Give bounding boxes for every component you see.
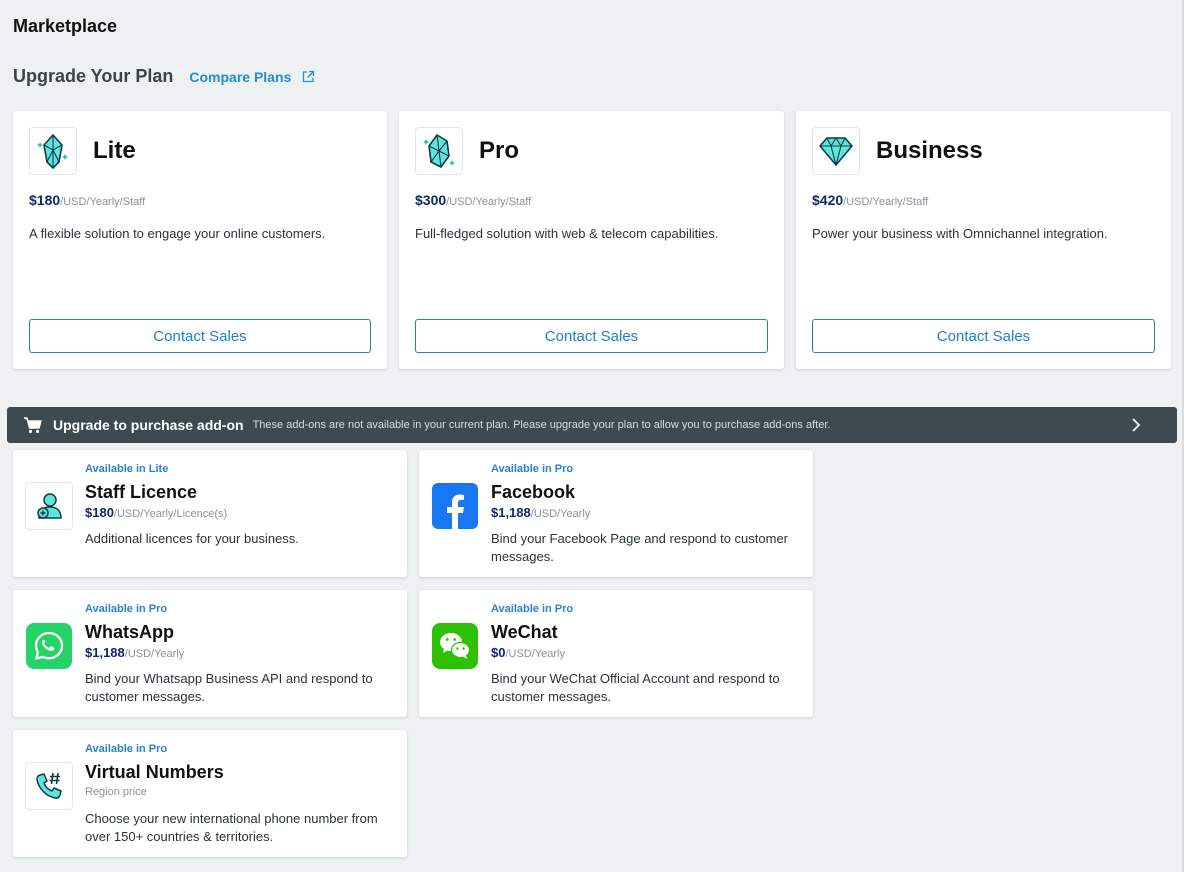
contact-sales-button-pro[interactable]: Contact Sales — [415, 319, 768, 353]
addon-price: $1,188/USD/Yearly — [491, 505, 590, 520]
plan-price-amount: $300 — [415, 192, 447, 208]
addon-price-amount: $0 — [491, 645, 506, 660]
availability-label: Available in Lite — [85, 463, 169, 475]
plan-name: Pro — [479, 137, 520, 164]
addon-price-unit: /USD/Yearly — [505, 648, 565, 660]
shopping-cart-icon — [24, 417, 42, 434]
addon-banner-title: Upgrade to purchase add-on — [53, 417, 244, 433]
plan-price-amount: $420 — [812, 192, 844, 208]
plan-card-lite: Lite $180/USD/Yearly/Staff A flexible so… — [13, 111, 387, 369]
addon-name: Facebook — [491, 482, 576, 502]
addon-card-wechat[interactable]: Available in Pro WeChat $0/USD/Yearly Bi… — [419, 590, 813, 717]
addon-name: WhatsApp — [85, 622, 174, 642]
addon-description: Choose your new international phone numb… — [85, 811, 378, 844]
plan-price: $300/USD/Yearly/Staff — [415, 192, 531, 208]
plans-section-title: Upgrade Your Plan — [13, 66, 174, 86]
addon-description: Bind your Whatsapp Business API and resp… — [85, 671, 373, 704]
addon-name: WeChat — [491, 622, 558, 642]
addon-description: Additional licences for your business. — [85, 531, 299, 546]
addon-card-virtual-numbers[interactable]: Available in Pro Virtual Numbers Region … — [13, 730, 407, 857]
compare-plans-link[interactable]: Compare Plans — [189, 69, 315, 85]
addon-card-facebook[interactable]: Available in Pro Facebook $1,188/USD/Yea… — [419, 450, 813, 577]
compare-plans-label: Compare Plans — [189, 68, 292, 85]
gem-lite-icon — [29, 127, 77, 175]
addon-card-staff-licence[interactable]: Available in Lite Staff Licence $180/USD… — [13, 450, 407, 577]
whatsapp-icon — [25, 622, 73, 670]
addon-name: Staff Licence — [85, 482, 198, 502]
plans-section-header: Upgrade Your Plan Compare Plans — [13, 66, 315, 87]
plan-price: $180/USD/Yearly/Staff — [29, 192, 145, 208]
addon-description: Bind your WeChat Official Account and re… — [491, 671, 780, 704]
addon-price: $0/USD/Yearly — [491, 645, 565, 660]
plan-price-unit: /USD/Yearly/Staff — [446, 196, 532, 208]
page-title: Marketplace — [13, 16, 118, 36]
addon-description: Bind your Facebook Page and respond to c… — [491, 531, 789, 564]
addon-name: Virtual Numbers — [85, 762, 224, 782]
addon-card-whatsapp[interactable]: Available in Pro WhatsApp $1,188/USD/Yea… — [13, 590, 407, 717]
facebook-icon — [431, 482, 479, 530]
addon-price-amount: $1,188 — [85, 645, 125, 660]
availability-label: Available in Pro — [85, 743, 168, 755]
addon-price-unit: /USD/Yearly — [530, 508, 591, 520]
contact-sales-button-lite[interactable]: Contact Sales — [29, 319, 371, 353]
plan-description: Power your business with Omnichannel int… — [812, 226, 1108, 241]
addon-price-unit: /USD/Yearly/Licence(s) — [113, 508, 228, 520]
addon-price: $180/USD/Yearly/Licence(s) — [85, 505, 227, 520]
plan-description: Full-fledged solution with web & telecom… — [415, 226, 719, 241]
plan-name: Business — [876, 137, 983, 164]
wechat-icon — [431, 622, 479, 670]
addon-region-price: Region price — [85, 786, 147, 798]
availability-label: Available in Pro — [491, 603, 574, 615]
virtual-number-icon — [25, 762, 73, 810]
addon-banner-note: These add-ons are not available in your … — [252, 419, 831, 431]
external-link-icon — [303, 70, 315, 82]
plan-price-unit: /USD/Yearly/Staff — [60, 196, 146, 208]
plan-price-amount: $180 — [29, 192, 61, 208]
chevron-right-icon[interactable] — [1131, 417, 1141, 433]
plan-card-business: Business $420/USD/Yearly/Staff Power you… — [796, 111, 1171, 369]
staff-licence-icon — [25, 482, 73, 530]
addon-price: $1,188/USD/Yearly — [85, 645, 184, 660]
plan-description: A flexible solution to engage your onlin… — [29, 226, 326, 241]
gem-pro-icon — [415, 127, 463, 175]
availability-label: Available in Pro — [491, 463, 574, 475]
availability-label: Available in Pro — [85, 603, 168, 615]
diamond-icon — [812, 127, 860, 175]
addon-price-amount: $180 — [85, 505, 114, 520]
plan-card-pro: Pro $300/USD/Yearly/Staff Full-fledged s… — [399, 111, 784, 369]
addon-price-unit: /USD/Yearly — [124, 648, 185, 660]
plan-price-unit: /USD/Yearly/Staff — [843, 196, 929, 208]
addon-price-amount: $1,188 — [491, 505, 531, 520]
plan-name: Lite — [93, 137, 136, 164]
upgrade-addon-banner[interactable]: Upgrade to purchase add-on These add-ons… — [7, 407, 1177, 443]
contact-sales-button-business[interactable]: Contact Sales — [812, 319, 1155, 353]
plan-price: $420/USD/Yearly/Staff — [812, 192, 928, 208]
